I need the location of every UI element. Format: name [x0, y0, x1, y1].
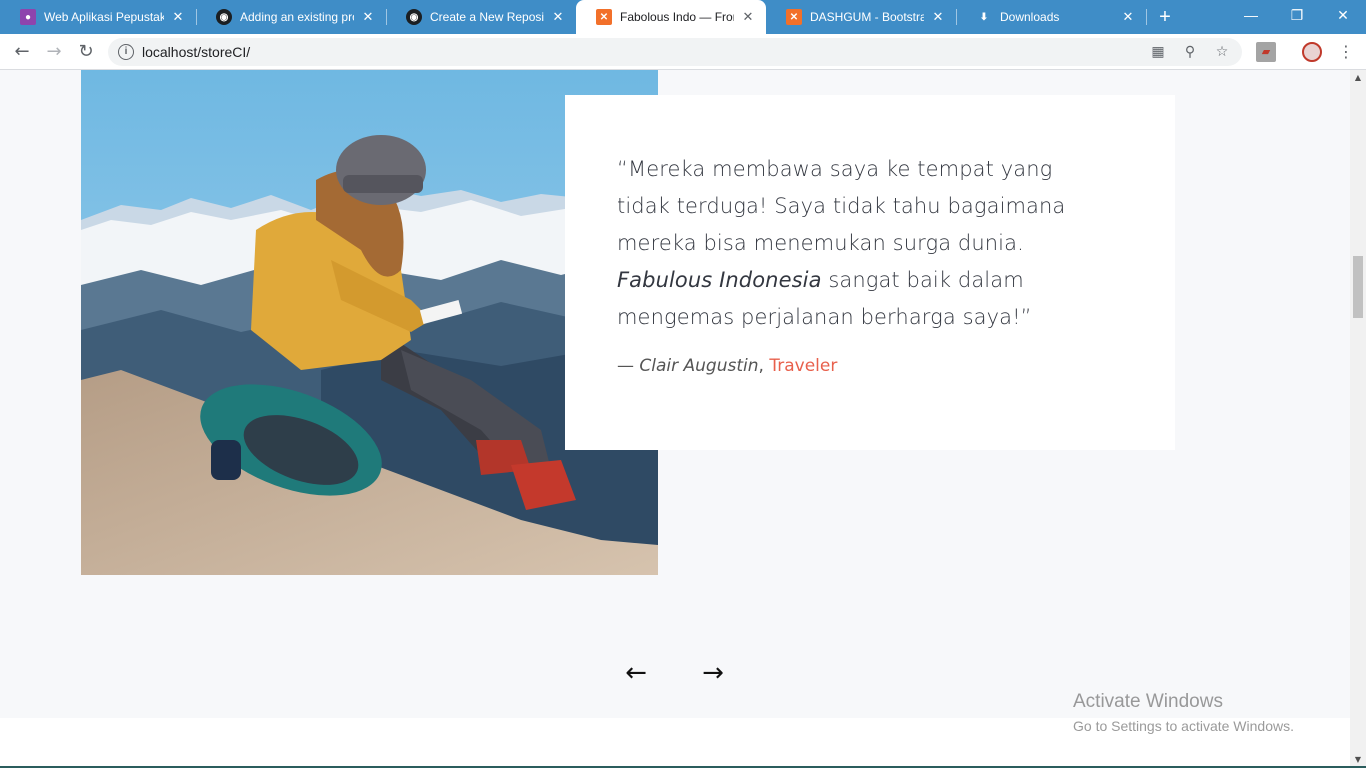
scroll-thumb[interactable] — [1353, 256, 1363, 318]
tab-title: Fabolous Indo — From — [620, 10, 734, 24]
github-icon: ◉ — [406, 9, 422, 25]
minimize-button[interactable]: — — [1228, 0, 1274, 30]
site-info-icon[interactable]: i — [118, 44, 134, 60]
author-name: Clair Augustin — [639, 356, 759, 376]
tab-fabolous-indo[interactable]: ✕ Fabolous Indo — From ✕ — [576, 0, 766, 34]
close-icon[interactable]: ✕ — [170, 9, 186, 25]
xampp-icon: ✕ — [786, 9, 802, 25]
more-menu-icon[interactable]: ⋮ — [1336, 42, 1356, 62]
vertical-scrollbar[interactable]: ▲ ▼ — [1350, 70, 1366, 768]
tab-title: Downloads — [1000, 10, 1060, 24]
url-text[interactable]: localhost/storeCI/ — [142, 38, 250, 66]
reload-button[interactable]: ↻ — [74, 40, 98, 64]
translate-icon[interactable]: ▦ — [1148, 42, 1168, 62]
testimonial-quote: “Mereka membawa saya ke tempat yang tida… — [617, 151, 1123, 336]
close-icon[interactable]: ✕ — [550, 9, 566, 25]
author-role-link[interactable]: Traveler — [769, 356, 837, 376]
tab-title: Web Aplikasi Pepustaka — [44, 10, 164, 24]
tab-strip: ● Web Aplikasi Pepustaka ✕ ◉ Adding an e… — [0, 0, 1366, 34]
new-tab-button[interactable]: + — [1154, 6, 1176, 28]
download-icon: ⬇ — [979, 11, 989, 23]
watermark-title: Activate Windows — [1073, 691, 1223, 712]
close-window-button[interactable]: ✕ — [1320, 0, 1366, 30]
back-button[interactable]: ← — [10, 40, 34, 64]
quote-line-4: sangat baik dalam — [821, 268, 1024, 292]
close-icon[interactable]: ✕ — [1120, 9, 1136, 25]
tab-create-repository[interactable]: ◉ Create a New Reposito ✕ — [386, 0, 576, 34]
author-separator: , — [758, 356, 770, 376]
quote-line-5: mengemas perjalanan berharga saya!” — [617, 305, 1032, 329]
tab-title: DASHGUM - Bootstrap — [810, 10, 924, 24]
address-bar[interactable]: i localhost/storeCI/ ▦ ⚲ ☆ — [108, 38, 1242, 66]
tab-downloads[interactable]: ⬇ Downloads ✕ — [956, 0, 1146, 34]
page-viewport: “Mereka membawa saya ke tempat yang tida… — [0, 70, 1350, 768]
quote-line-3: mereka bisa menemukan surga dunia. — [617, 231, 1024, 255]
close-icon[interactable]: ✕ — [740, 9, 756, 25]
close-icon[interactable]: ✕ — [360, 9, 376, 25]
quote-brand: Fabulous Indonesia — [617, 268, 822, 292]
watermark-subtitle: Go to Settings to activate Windows. — [1073, 718, 1294, 734]
tab-title: Adding an existing proj — [240, 10, 354, 24]
slider-prev-button[interactable]: ← — [621, 658, 651, 688]
windows-activation-watermark: Activate Windows Go to Settings to activ… — [1073, 690, 1294, 736]
quote-line-1: Mereka membawa saya ke tempat yang — [627, 157, 1053, 181]
testimonial-author: — Clair Augustin, Traveler — [617, 356, 1123, 376]
close-icon[interactable]: ✕ — [930, 9, 946, 25]
github-icon: ◉ — [216, 9, 232, 25]
xampp-icon: ✕ — [596, 9, 612, 25]
quote-line-2: tidak terduga! Saya tidak tahu bagaimana — [617, 194, 1066, 218]
avatar[interactable] — [1302, 42, 1322, 62]
tab-dashgum[interactable]: ✕ DASHGUM - Bootstrap ✕ — [766, 0, 956, 34]
tab-title: Create a New Reposito — [430, 10, 544, 24]
zoom-icon[interactable]: ⚲ — [1180, 42, 1200, 62]
browser-toolbar: ← → ↻ i localhost/storeCI/ ▦ ⚲ ☆ ▰ ⋮ — [0, 34, 1366, 70]
quote-open: “ — [617, 157, 628, 181]
tab-adding-existing-project[interactable]: ◉ Adding an existing proj ✕ — [196, 0, 386, 34]
author-dash: — — [617, 356, 640, 376]
tab-divider — [1146, 9, 1147, 25]
testimonial-card: “Mereka membawa saya ke tempat yang tida… — [565, 95, 1175, 450]
forward-button[interactable]: → — [42, 40, 66, 64]
person-icon: ● — [20, 9, 36, 25]
slider-next-button[interactable]: → — [698, 658, 728, 688]
scroll-up-icon[interactable]: ▲ — [1350, 70, 1366, 86]
restore-button[interactable]: ❐ — [1274, 0, 1320, 30]
star-icon[interactable]: ☆ — [1212, 42, 1232, 62]
tab-web-aplikasi[interactable]: ● Web Aplikasi Pepustaka ✕ — [0, 0, 196, 34]
pdf-extension-icon[interactable]: ▰ — [1256, 42, 1276, 62]
